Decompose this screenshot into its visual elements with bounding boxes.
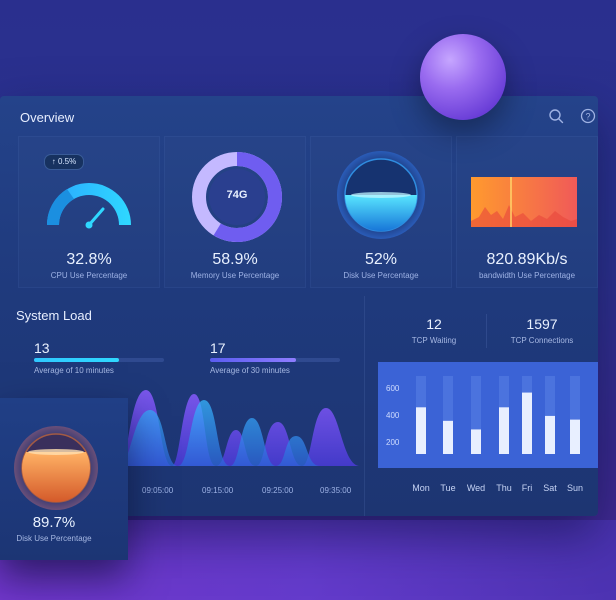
- avg30-bar-fill: [210, 358, 296, 362]
- bar[interactable]: [416, 407, 426, 454]
- gauge-icon: [46, 183, 131, 229]
- decorative-orb: [420, 34, 506, 120]
- time-label: 09:05:00: [142, 486, 174, 495]
- y-tick-label: 600: [386, 384, 400, 393]
- avg30-value: 17: [210, 340, 226, 356]
- weekday-label: Mon: [412, 483, 430, 493]
- avg10-value: 13: [34, 340, 50, 356]
- bandwidth-label: bandwidth Use Percentage: [478, 271, 576, 280]
- avg30-label: Average of 30 minutes: [210, 366, 290, 375]
- bandwidth-value: 820.89Kb/s: [486, 251, 568, 268]
- memory-label: Memory Use Percentage: [190, 271, 280, 280]
- bar[interactable]: [570, 419, 580, 454]
- time-label: 09:15:00: [202, 486, 234, 495]
- tcp-waiting-value: 12: [426, 316, 442, 332]
- bandwidth-chart-icon: [471, 177, 577, 227]
- orange-liquid-sphere-icon: [14, 426, 98, 510]
- weekday-label: Sat: [543, 483, 557, 493]
- search-icon[interactable]: [548, 108, 564, 124]
- bar-chart-background: [378, 362, 598, 468]
- weekday-label: Tue: [440, 483, 456, 493]
- bar[interactable]: [443, 420, 453, 454]
- system-load-area-chart: [120, 390, 360, 466]
- page-title: Overview: [20, 110, 75, 125]
- help-icon[interactable]: ?: [580, 108, 596, 124]
- avg10-bar-fill: [34, 358, 119, 362]
- tcp-divider: [486, 314, 487, 348]
- cpu-card[interactable]: 32.8% CPU Use Percentage: [18, 136, 160, 288]
- disk-label: Disk Use Percentage: [343, 271, 419, 280]
- time-label: 09:25:00: [262, 486, 294, 495]
- system-load-title: System Load: [16, 308, 92, 323]
- bar[interactable]: [522, 392, 532, 454]
- time-label: 09:35:00: [320, 486, 352, 495]
- tcp-waiting-label: TCP Waiting: [411, 336, 457, 345]
- disk-card[interactable]: 52% Disk Use Percentage: [310, 136, 452, 288]
- memory-center-text: 74G: [226, 189, 248, 201]
- cpu-label: CPU Use Percentage: [50, 271, 128, 280]
- y-tick-label: 200: [386, 438, 400, 447]
- disk-popup-label: Disk Use Percentage: [16, 534, 92, 543]
- svg-text:?: ?: [585, 111, 590, 121]
- disk-popup-value: 89.7%: [32, 514, 76, 531]
- weekly-bar-chart: [378, 362, 598, 468]
- cpu-change-badge: ↑ 0.5%: [44, 154, 84, 170]
- tcp-connections-value: 1597: [526, 316, 558, 332]
- disk-value: 52%: [364, 251, 398, 268]
- cpu-value: 32.8%: [66, 251, 112, 268]
- liquid-sphere-icon: [337, 151, 425, 239]
- avg10-label: Average of 10 minutes: [34, 366, 114, 375]
- bandwidth-card[interactable]: 820.89Kb/s bandwidth Use Percentage: [456, 136, 598, 288]
- weekday-label: Sun: [566, 483, 583, 493]
- avg30-bar: [210, 358, 340, 362]
- avg10-bar: [34, 358, 164, 362]
- y-tick-label: 400: [386, 411, 400, 420]
- memory-card[interactable]: 74G 58.9% Memory Use Percentage: [164, 136, 306, 288]
- section-divider: [364, 296, 365, 516]
- tcp-connections-label: TCP Connections: [510, 336, 574, 345]
- bar[interactable]: [545, 415, 555, 454]
- memory-value: 58.9%: [212, 251, 258, 268]
- bar[interactable]: [471, 429, 481, 454]
- bar[interactable]: [499, 407, 509, 454]
- weekday-label: Wed: [466, 483, 486, 493]
- disk-popup-card[interactable]: 89.7% Disk Use Percentage: [0, 398, 128, 560]
